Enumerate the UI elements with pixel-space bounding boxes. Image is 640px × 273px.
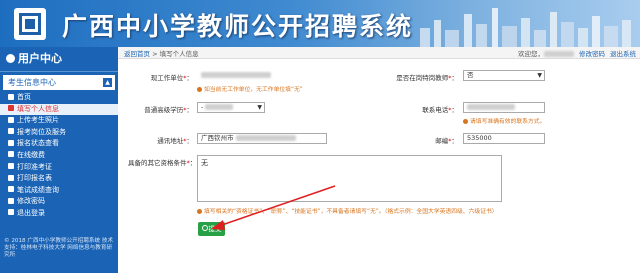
sidebar-item-registration-form[interactable]: 打印报名表 — [0, 173, 118, 185]
sidebar-item-fill-personal-info[interactable]: 填写个人信息 — [0, 103, 118, 116]
phone-input[interactable] — [463, 102, 545, 113]
address-label: 通讯地址*： — [157, 137, 193, 145]
chevron-down-icon: ▼ — [257, 104, 262, 111]
breadcrumb-current: 填写个人信息 — [159, 50, 199, 58]
city-skyline-image — [420, 8, 631, 47]
sidebar: 用户中心 考生信息中心 ▲ 首页 填写个人信息 上传考生照片 报考岗位及服务 报名… — [0, 47, 118, 273]
briefcase-icon — [8, 128, 14, 135]
user-welcome: 欢迎您， 修改密码 退出系统 — [518, 48, 636, 58]
submit-button[interactable]: 提交 — [198, 222, 225, 236]
breadcrumb-separator: > — [150, 50, 160, 58]
other-qualifications-textarea[interactable]: 无 — [197, 155, 502, 202]
logout-icon — [8, 209, 14, 216]
degree-select[interactable]: - ▼ — [197, 102, 265, 113]
sidebar-item-home[interactable]: 首页 — [0, 92, 118, 104]
site-title: 广西中小学教师公开招聘系统 — [62, 12, 414, 41]
sidebar-item-apply-position[interactable]: 报考岗位及服务 — [0, 127, 118, 139]
personal-info-form: 现工作单位*： 如当前无工作单位，无工作单位填“无” 是否在岗特岗教师*： 否 ▼… — [118, 59, 640, 273]
collapse-icon[interactable]: ▲ — [103, 78, 112, 87]
chevron-down-icon: ▼ — [537, 72, 542, 79]
sidebar-item-label: 修改密码 — [17, 197, 45, 206]
degree-label: 普通高级学历*： — [144, 106, 193, 114]
info-icon — [197, 208, 202, 214]
postcode-label: 邮编*： — [435, 137, 458, 145]
sidebar-item-status[interactable]: 报名状态查看 — [0, 138, 118, 150]
phone-label: 联系电话*： — [422, 106, 458, 114]
welcome-text: 欢迎您， — [518, 50, 544, 58]
sidebar-item-admission-ticket[interactable]: 打印准考证 — [0, 162, 118, 174]
sidebar-item-label: 填写个人信息 — [17, 104, 59, 113]
key-icon — [8, 197, 14, 204]
sidebar-item-label: 打印报名表 — [17, 174, 52, 183]
redacted-username — [544, 51, 574, 57]
print-icon — [8, 174, 14, 181]
sidebar-item-label: 报考岗位及服务 — [17, 127, 66, 136]
sidebar-item-label: 在线缴费 — [17, 150, 45, 159]
sidebar-header-label: 用户中心 — [18, 52, 62, 65]
breadcrumb-home-link[interactable]: 返回首页 — [124, 50, 150, 58]
logout-link[interactable]: 退出系统 — [610, 50, 636, 58]
sidebar-footer: © 2018 广西中小学教师公开招聘系统 技术支持：桂林电子科技大学 网络信息与… — [4, 238, 114, 258]
work-unit-label: 现工作单位*： — [150, 74, 193, 82]
check-circle-icon — [201, 225, 208, 231]
sidebar-item-label: 笔试成绩查询 — [17, 185, 59, 194]
work-unit-hint: 如当前无工作单位，无工作单位填“无” — [197, 84, 303, 93]
breadcrumb: 返回首页 > 填写个人信息 — [124, 48, 199, 58]
breadcrumb-bar: 返回首页 > 填写个人信息 欢迎您， 修改密码 退出系统 — [118, 47, 640, 59]
home-icon — [8, 93, 14, 100]
info-icon — [463, 118, 468, 124]
print-icon — [8, 163, 14, 170]
sidebar-item-label: 上传考生照片 — [17, 116, 59, 125]
special-teacher-select[interactable]: 否 ▼ — [463, 70, 545, 81]
image-icon — [8, 116, 14, 123]
status-icon — [8, 139, 14, 146]
sidebar-item-label: 报名状态查看 — [17, 139, 59, 148]
other-qualifications-label: 具备的其它资格条件*： — [128, 159, 197, 167]
sidebar-item-label: 退出登录 — [17, 208, 45, 217]
phone-hint: 请填写准确有效的联系方式。 — [463, 116, 545, 125]
sidebar-item-logout[interactable]: 退出登录 — [0, 208, 118, 220]
sidebar-header: 用户中心 — [0, 47, 118, 72]
sidebar-item-upload-photo[interactable]: 上传考生照片 — [0, 115, 118, 127]
postcode-input[interactable]: 535000 — [463, 133, 545, 144]
yen-icon — [8, 151, 14, 158]
sidebar-item-change-password[interactable]: 修改密码 — [0, 196, 118, 208]
sidebar-item-exam-score[interactable]: 笔试成绩查询 — [0, 185, 118, 197]
sidebar-item-payment[interactable]: 在线缴费 — [0, 150, 118, 162]
special-teacher-label: 是否在岗特岗教师*： — [396, 74, 458, 82]
change-password-link[interactable]: 修改密码 — [579, 50, 605, 58]
header-banner: 广西中小学教师公开招聘系统 — [0, 0, 640, 47]
sidebar-item-label: 打印准考证 — [17, 162, 52, 171]
search-icon — [8, 186, 14, 193]
info-icon — [197, 86, 202, 92]
edit-icon — [8, 105, 14, 112]
sidebar-group-label: 考生信息中心 — [8, 78, 56, 87]
sidebar-item-label: 首页 — [17, 93, 31, 101]
sidebar-group-candidate-info[interactable]: 考生信息中心 ▲ — [3, 75, 115, 90]
user-icon — [6, 54, 15, 63]
work-unit-input[interactable] — [197, 70, 297, 81]
address-input[interactable]: 广西钦州市 — [197, 133, 327, 144]
other-qualifications-hint: 填写相关的“资格证书”、“职称”、“技能证书”，不具备者请填写“无”。（格式示例… — [197, 206, 498, 215]
site-logo — [14, 8, 46, 40]
